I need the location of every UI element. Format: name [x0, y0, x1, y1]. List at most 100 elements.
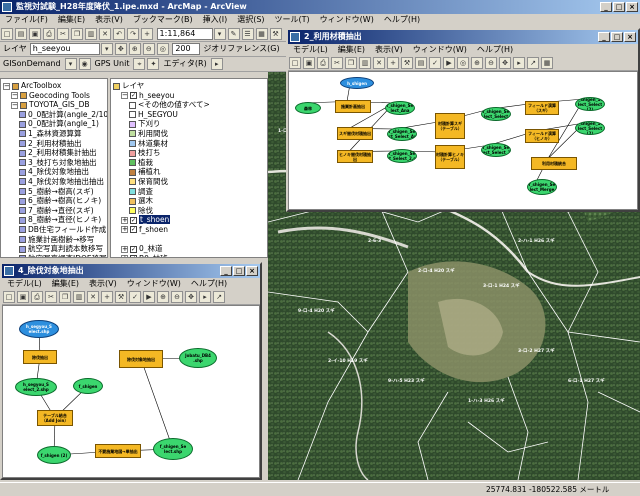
- model-tool-box[interactable]: 施業計画抽出: [335, 100, 371, 113]
- expand-icon[interactable]: +: [121, 226, 128, 234]
- model-copy-icon[interactable]: ❐: [59, 291, 71, 303]
- model-add-tool-icon[interactable]: ⚒: [115, 291, 127, 303]
- toolbox-tree-item[interactable]: − TOYOTA_GIS_DB: [3, 100, 107, 110]
- expand-icon[interactable]: −: [3, 82, 10, 90]
- main-menu-item[interactable]: 編集(E): [53, 14, 90, 26]
- model-close-button[interactable]: ×: [624, 32, 636, 42]
- undo-icon[interactable]: ↶: [113, 28, 125, 40]
- model-menu-item[interactable]: 編集(E): [333, 44, 370, 56]
- model-canvas[interactable]: h_shigen 森林 施業計画抽出 f_shigen_Se lect_Ana スギ間伐…: [288, 71, 638, 210]
- model-print-icon[interactable]: ⎙: [317, 57, 329, 69]
- expand-icon[interactable]: −: [121, 92, 128, 100]
- model-validate-icon[interactable]: ✓: [129, 291, 141, 303]
- close-button[interactable]: ×: [626, 2, 638, 12]
- model-connect-icon[interactable]: ↗: [213, 291, 225, 303]
- zoom-combo[interactable]: 200: [172, 43, 201, 55]
- model-paste-icon[interactable]: ▥: [73, 291, 85, 303]
- toc-item[interactable]: + ✓ t_shoen: [113, 215, 267, 225]
- model-menu-item[interactable]: ウィンドウ(W): [122, 278, 186, 290]
- model-data-ellipse[interactable]: f_shigen: [73, 378, 103, 394]
- toolbox-tree-item[interactable]: 5_樹齢→樹高(スギ): [3, 187, 107, 197]
- open-icon[interactable]: ▤: [15, 28, 27, 40]
- model-delete-icon[interactable]: ✕: [373, 57, 385, 69]
- toolbox-tree-item[interactable]: DB住宅フィールド作成: [3, 225, 107, 235]
- model-new-icon[interactable]: □: [289, 57, 301, 69]
- redo-icon[interactable]: ↷: [127, 28, 139, 40]
- model-add-data-icon[interactable]: +: [387, 57, 399, 69]
- scale-combo[interactable]: 1:11,864: [156, 28, 213, 40]
- toolbox-tree-item[interactable]: 6_樹齢→樹高(ヒノキ): [3, 196, 107, 206]
- model-layout-icon[interactable]: ▦: [541, 57, 553, 69]
- maximize-button[interactable]: □: [613, 2, 625, 12]
- model-delete-icon[interactable]: ✕: [87, 291, 99, 303]
- model-data-ellipse[interactable]: h_segyou_S elect_2.shp: [15, 378, 57, 396]
- model-zoomin-icon[interactable]: ⊕: [157, 291, 169, 303]
- model-tool-box[interactable]: 材積計算スギ（テーブル）: [435, 113, 465, 139]
- toc-item[interactable]: + ✓ f_shoen: [113, 225, 267, 235]
- model-menu-item[interactable]: ヘルプ(H): [186, 278, 232, 290]
- main-menu-item[interactable]: 表示(V): [90, 14, 128, 26]
- add-data-icon[interactable]: +: [141, 28, 153, 40]
- model-minimize-button[interactable]: _: [220, 266, 232, 276]
- model-select-icon[interactable]: ▸: [513, 57, 525, 69]
- toolbox-icon[interactable]: ⚒: [269, 28, 282, 40]
- paste-icon[interactable]: ▥: [85, 28, 97, 40]
- toc-item[interactable]: + ✓ 0_林道: [113, 244, 267, 254]
- toc-icon[interactable]: ☰: [241, 28, 254, 40]
- toc-item[interactable]: レイヤ: [113, 81, 267, 91]
- main-menu-item[interactable]: ウィンドウ(W): [315, 14, 379, 26]
- model-tool-box[interactable]: 利用材積統合: [531, 157, 577, 170]
- layer-visibility-checkbox[interactable]: ✓: [130, 226, 137, 234]
- globe-icon[interactable]: ◉: [78, 58, 91, 70]
- model-paste-icon[interactable]: ▥: [359, 57, 371, 69]
- model-maximize-button[interactable]: □: [233, 266, 245, 276]
- gps-unit-button[interactable]: GPS Unit: [92, 58, 133, 70]
- toolbox-tree-item[interactable]: 0_0配計算(angle_2/100): [3, 110, 107, 120]
- gisondemand-dropdown-icon[interactable]: ▾: [64, 58, 77, 70]
- main-menu-item[interactable]: 選択(S): [232, 14, 269, 26]
- model-data-ellipse[interactable]: h_shigen: [340, 77, 374, 89]
- model-data-ellipse[interactable]: Jobatu_DB4 .shp: [179, 348, 217, 368]
- model-run-icon[interactable]: ▶: [143, 291, 155, 303]
- main-menu-item[interactable]: 挿入(I): [198, 14, 233, 26]
- gps-icon[interactable]: ⌖: [133, 58, 146, 70]
- model-tool-box[interactable]: 除伐抽出: [23, 350, 57, 364]
- expand-icon[interactable]: −: [11, 101, 18, 109]
- model-properties-icon[interactable]: ▤: [415, 57, 427, 69]
- model-tool-box[interactable]: 材積計算ヒノキ（テーブル）: [435, 145, 465, 169]
- toolbox-tree-item[interactable]: 航空写真判読本数移写: [3, 244, 107, 254]
- model-menu-item[interactable]: ヘルプ(H): [472, 44, 518, 56]
- gisondemand-button[interactable]: GISonDemand: [0, 58, 64, 70]
- model-data-ellipse[interactable]: f_shigen_Se lect_Ana: [385, 101, 415, 115]
- model-data-ellipse[interactable]: f_shigen_Se lect_Select: [481, 107, 511, 121]
- toc-item[interactable]: − ✓ h_seeyou: [113, 91, 267, 101]
- model-cut-icon[interactable]: ✂: [331, 57, 343, 69]
- toolbox-tree-item[interactable]: 1_森林資源算算: [3, 129, 107, 139]
- model-zoomout-icon[interactable]: ⊖: [485, 57, 497, 69]
- catalog-icon[interactable]: ▦: [255, 28, 268, 40]
- model-data-ellipse[interactable]: f_shigen_Se lect.shp: [153, 438, 193, 460]
- toc-item[interactable]: [113, 235, 267, 245]
- layer-dropdown-icon[interactable]: ▾: [100, 43, 113, 55]
- model-print-icon[interactable]: ⎙: [31, 291, 43, 303]
- model-menu-item[interactable]: 編集(E): [47, 278, 84, 290]
- new-icon[interactable]: □: [1, 28, 13, 40]
- model-zoomin-icon[interactable]: ⊕: [471, 57, 483, 69]
- model-data-ellipse[interactable]: f_shigen_Se lect_Merge: [527, 179, 557, 195]
- main-menu-item[interactable]: ファイル(F): [0, 14, 53, 26]
- full-extent-icon[interactable]: ◎: [156, 43, 169, 55]
- model-maximize-button[interactable]: □: [611, 32, 623, 42]
- toolbox-tree-item[interactable]: − Geocoding Tools: [3, 91, 107, 101]
- editor-icon[interactable]: ✎: [227, 28, 240, 40]
- model-new-icon[interactable]: □: [3, 291, 15, 303]
- model-data-ellipse[interactable]: h_segyou_S elect.shp: [19, 320, 59, 338]
- model-fullextent-icon[interactable]: ◎: [457, 57, 469, 69]
- model-tool-box[interactable]: フィールド演算（ヒノキ）: [525, 129, 559, 143]
- model-data-ellipse[interactable]: f_shigen_Se lect_Select_2.shp: [387, 149, 417, 163]
- toolbox-tree-item[interactable]: 4_除伐対象地抽出抽出: [3, 177, 107, 187]
- model-save-icon[interactable]: ▣: [303, 57, 315, 69]
- expand-icon[interactable]: −: [11, 92, 18, 100]
- toolbox-tree-item[interactable]: 0_0配計算(angle_1): [3, 119, 107, 129]
- model-cut-icon[interactable]: ✂: [45, 291, 57, 303]
- toolbox-tree-item[interactable]: − ArcToolbox: [3, 81, 107, 91]
